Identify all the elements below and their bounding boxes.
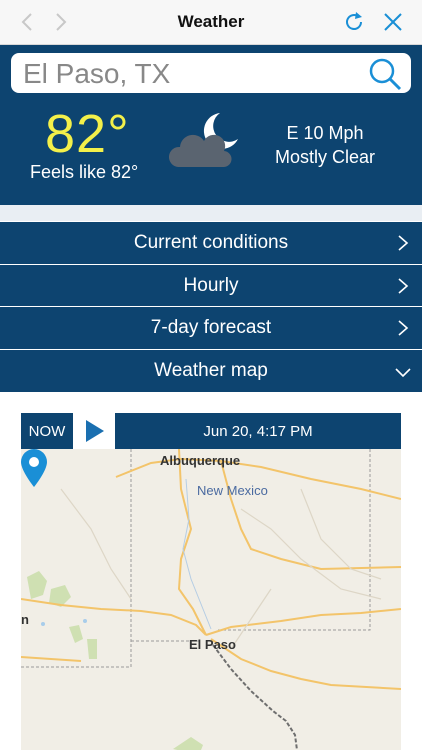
now-button[interactable]: NOW <box>21 413 73 449</box>
chevron-down-icon <box>395 368 411 378</box>
map-label-el-paso: El Paso <box>189 637 236 652</box>
play-icon[interactable] <box>84 420 106 442</box>
chevron-right-icon <box>398 320 409 336</box>
wind-text: E 10 Mph <box>286 123 364 143</box>
feels-like-text: Feels like 82° <box>30 162 139 182</box>
menu-item-label: Weather map <box>154 360 268 381</box>
weather-panel: 82° Feels like 82° E 10 Mph Mostly Clear <box>0 45 422 205</box>
location-search-input[interactable] <box>21 55 365 93</box>
map-timestamp-bar: Jun 20, 4:17 PM <box>115 413 401 449</box>
map-timestamp: Jun 20, 4:17 PM <box>203 423 313 440</box>
menu-item-current-conditions[interactable]: Current conditions <box>0 221 422 264</box>
chevron-right-icon <box>398 235 409 251</box>
menu-item-7-day-forecast[interactable]: 7-day forecast <box>0 306 422 349</box>
temperature-value: 82° <box>45 104 130 164</box>
weather-map-section: NOW Jun 20, 4:17 PM Albuquerque New Mexi… <box>0 392 422 750</box>
moon-cloud-icon <box>168 113 238 168</box>
now-label: NOW <box>28 423 66 440</box>
chevron-right-icon <box>398 278 409 294</box>
search-box <box>11 53 411 93</box>
menu-item-label: Hourly <box>183 275 239 296</box>
nav-bar: Weather <box>0 0 422 45</box>
close-icon[interactable] <box>381 10 405 34</box>
search-icon[interactable] <box>367 56 403 92</box>
menu-item-label: Current conditions <box>133 232 289 253</box>
divider <box>0 205 422 221</box>
location-pin-icon[interactable] <box>21 449 47 487</box>
refresh-icon[interactable] <box>342 10 366 34</box>
map-label-new-mexico: New Mexico <box>197 483 268 498</box>
menu-item-label: 7-day forecast <box>150 317 272 338</box>
weather-map[interactable]: Albuquerque New Mexico n El Paso <box>21 449 401 750</box>
map-label-albuquerque: Albuquerque <box>160 453 241 468</box>
condition-text: Mostly Clear <box>274 147 376 167</box>
menu-item-weather-map[interactable]: Weather map <box>0 349 422 392</box>
menu-item-hourly[interactable]: Hourly <box>0 264 422 307</box>
map-label-partial: n <box>21 612 29 627</box>
